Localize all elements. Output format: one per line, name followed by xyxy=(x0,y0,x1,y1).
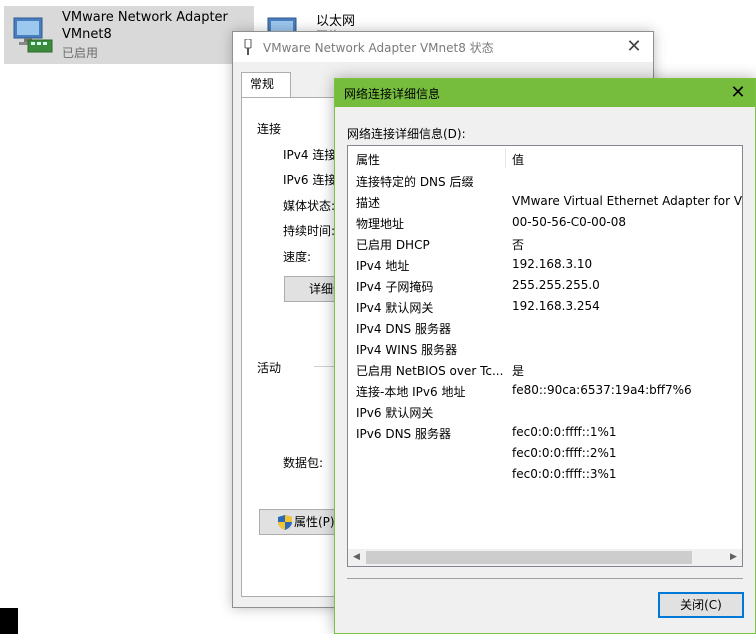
table-row[interactable]: 已启用 DHCP 否 xyxy=(348,233,742,254)
connection-group-label: 连接 xyxy=(257,122,282,136)
row-value: VMware Virtual Ethernet Adapter for VMne… xyxy=(512,194,743,208)
close-icon[interactable]: ✕ xyxy=(623,36,645,58)
row-property: 已启用 NetBIOS over Tc... xyxy=(356,364,504,378)
close-button[interactable]: 关闭(C) xyxy=(658,592,744,618)
scroll-left-icon[interactable]: ◀ xyxy=(348,549,365,566)
media-state-label: 媒体状态: xyxy=(283,199,336,213)
horizontal-scrollbar[interactable]: ◀ ▶ xyxy=(348,549,742,566)
close-icon[interactable]: ✕ xyxy=(727,81,749,105)
row-value: fe80::90ca:6537:19a4:bff7%6 xyxy=(512,383,692,397)
table-row[interactable]: 物理地址 00-50-56-C0-00-08 xyxy=(348,212,742,233)
row-value: 255.255.255.0 xyxy=(512,278,600,292)
details-titlebar[interactable]: 网络连接详细信息 ✕ xyxy=(335,79,755,107)
row-property: 描述 xyxy=(356,196,381,210)
row-value: 否 xyxy=(512,238,525,252)
network-adapter-icon xyxy=(13,17,53,53)
adapter-status: 已启用 xyxy=(62,46,99,60)
column-separator[interactable] xyxy=(505,148,506,168)
row-property: IPv4 默认网关 xyxy=(356,301,434,315)
details-list-label: 网络连接详细信息(D): xyxy=(347,127,466,141)
column-header-value[interactable]: 值 xyxy=(512,151,524,168)
row-value: fec0:0:0:ffff::3%1 xyxy=(512,467,617,481)
row-value: 192.168.3.254 xyxy=(512,299,600,313)
row-property: IPv6 默认网关 xyxy=(356,406,434,420)
packets-label: 数据包: xyxy=(283,456,324,470)
row-property: IPv4 子网掩码 xyxy=(356,280,434,294)
ipv4-connection-label: IPv4 连接: xyxy=(283,148,341,162)
table-row[interactable]: IPv4 地址 192.168.3.10 xyxy=(348,254,742,275)
activity-group-label: 活动 xyxy=(257,361,282,375)
scroll-right-icon[interactable]: ▶ xyxy=(725,549,742,566)
table-row[interactable]: IPv6 默认网关 xyxy=(348,401,742,422)
row-property: 连接特定的 DNS 后缀 xyxy=(356,175,474,189)
network-plug-icon xyxy=(244,39,252,55)
table-row[interactable]: IPv4 WINS 服务器 xyxy=(348,338,742,359)
row-property: 已启用 DHCP xyxy=(356,238,430,252)
footer-divider xyxy=(347,578,743,579)
row-value: fec0:0:0:ffff::1%1 xyxy=(512,425,617,439)
adapter-tile-vmnet8[interactable]: VMware Network Adapter VMnet8 已启用 xyxy=(4,6,254,64)
column-header-property[interactable]: 属性 xyxy=(356,151,380,168)
row-property: 物理地址 xyxy=(356,217,405,231)
row-property: IPv4 WINS 服务器 xyxy=(356,343,458,357)
table-row[interactable]: 已启用 NetBIOS over Tc... 是 xyxy=(348,359,742,380)
table-row[interactable]: IPv6 DNS 服务器 fec0:0:0:ffff::1%1 xyxy=(348,422,742,443)
tab-general[interactable]: 常规 xyxy=(241,72,291,98)
shield-icon xyxy=(278,515,292,530)
list-header: 属性 值 xyxy=(348,146,742,170)
table-row[interactable]: 描述 VMware Virtual Ethernet Adapter for VM… xyxy=(348,191,743,212)
row-value: 00-50-56-C0-00-08 xyxy=(512,215,627,229)
adapter-name: VMware Network Adapter xyxy=(62,10,228,25)
row-value: fec0:0:0:ffff::2%1 xyxy=(512,446,617,460)
table-row[interactable]: IPv4 DNS 服务器 xyxy=(348,317,742,338)
table-row[interactable]: 连接特定的 DNS 后缀 xyxy=(348,170,742,191)
adapter-sub: VMnet8 xyxy=(62,27,112,42)
properties-button[interactable]: 属性(P) xyxy=(259,509,339,535)
row-value: 192.168.3.10 xyxy=(512,257,593,271)
scrollbar-thumb[interactable] xyxy=(366,551,692,564)
row-property: 连接-本地 IPv6 地址 xyxy=(356,385,466,399)
ipv6-connection-label: IPv6 连接: xyxy=(283,173,341,187)
row-value: 是 xyxy=(512,364,525,378)
background-edge xyxy=(0,608,18,634)
table-row[interactable]: IPv4 默认网关 192.168.3.254 xyxy=(348,296,742,317)
details-dialog: 网络连接详细信息 ✕ 网络连接详细信息(D): 属性 值 连接特定的 DNS 后… xyxy=(334,78,756,634)
table-row[interactable]: 连接-本地 IPv6 地址 fe80::90ca:6537:19a4:bff7%6 xyxy=(348,380,742,401)
speed-label: 速度: xyxy=(283,250,312,264)
row-property: IPv4 DNS 服务器 xyxy=(356,322,451,336)
table-row[interactable]: IPv4 子网掩码 255.255.255.0 xyxy=(348,275,742,296)
details-list-view[interactable]: 属性 值 连接特定的 DNS 后缀 描述 VMware Virtual Ethern… xyxy=(347,145,743,567)
row-property: IPv6 DNS 服务器 xyxy=(356,427,451,441)
properties-button-label: 属性(P) xyxy=(294,515,335,529)
status-window-title: VMware Network Adapter VMnet8 状态 xyxy=(263,41,494,55)
table-row[interactable]: fec0:0:0:ffff::2%1 xyxy=(348,443,742,464)
row-property: IPv4 地址 xyxy=(356,259,410,273)
details-dialog-title: 网络连接详细信息 xyxy=(344,87,441,101)
status-titlebar[interactable]: VMware Network Adapter VMnet8 状态 ✕ xyxy=(233,32,653,62)
table-row[interactable]: fec0:0:0:ffff::3%1 xyxy=(348,464,742,485)
duration-label: 持续时间: xyxy=(283,224,336,238)
